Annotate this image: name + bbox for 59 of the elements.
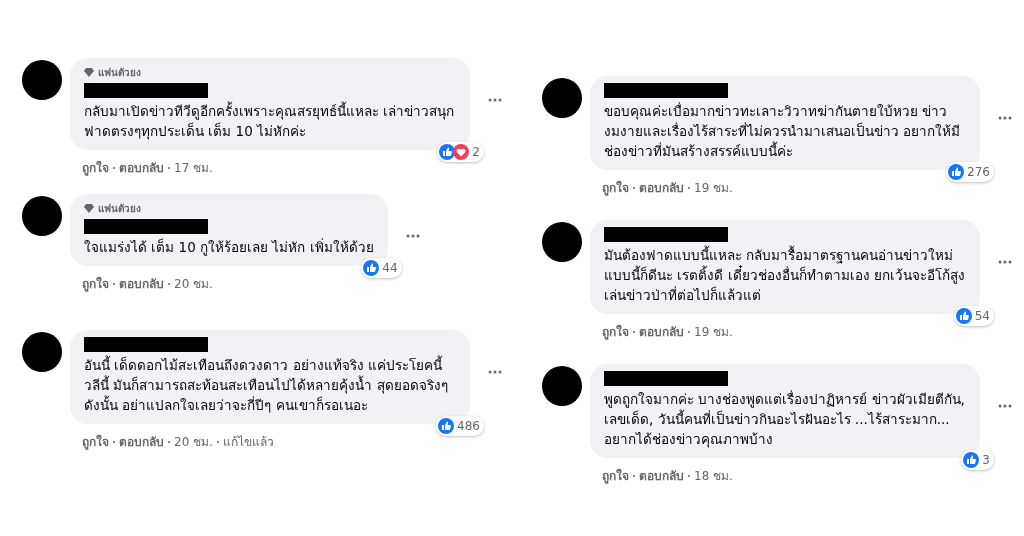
comment-text: กลับมาเปิดข่าวทีวีดูอีกครั้งเพราะคุณสรยุทธ์นี้แหละ เล่าข่าวสนุก ฟาดตรงๆทุกประเด็น เต็ม 10 ไม่หักค่ะ — [84, 101, 456, 141]
action-link[interactable]: ตอบกลับ — [119, 432, 164, 451]
fan-label: แฟนตัวยง — [98, 202, 141, 216]
reaction-count: 276 — [967, 165, 990, 179]
more-icon[interactable] — [488, 370, 502, 374]
reaction-pill[interactable]: 54 — [953, 306, 994, 326]
comment-time: 19 ชม. — [694, 180, 733, 197]
reaction-pill[interactable]: 3 — [961, 450, 994, 470]
comment-time: 19 ชม. — [694, 324, 733, 341]
reaction-pill[interactable]: 2 — [437, 142, 484, 162]
avatar — [542, 78, 582, 118]
comment-time: 20 ชม. — [174, 276, 213, 293]
action-link[interactable]: ถูกใจ — [602, 466, 629, 485]
action-link[interactable]: ถูกใจ — [82, 432, 109, 451]
action-link[interactable]: ถูกใจ — [602, 322, 629, 341]
comment-time: แก้ไขแล้ว — [222, 434, 274, 451]
reaction-count: 44 — [382, 261, 398, 275]
more-icon[interactable] — [405, 234, 420, 238]
like-icon — [439, 144, 456, 160]
fan-label: แฟนตัวยง — [98, 66, 141, 80]
action-link[interactable]: ตอบกลับ — [639, 322, 684, 341]
action-link[interactable]: ถูกใจ — [82, 274, 109, 293]
comment-text: อันนี้ เด็ดดอกไม้สะเทือนถึงดวงดาว อย่างแท้จริง แค่ประโยคนี้วลีนี้ มันก็สามารถสะท้อนสะเทือนไปได้หลายคุ้งน้ำ สุดยอดจริงๆ ดังนั้น อย่าแปลกใจเลยว่าจะกี่ปีๆ คนเขาก็รอเนอะ — [84, 355, 449, 415]
comment-time: 18 ชม. — [694, 468, 733, 485]
like-icon — [963, 452, 980, 468]
action-link[interactable]: ถูกใจ — [82, 158, 109, 177]
comment-text: มันต้องฟาดแบบนี้แหละ กลับมารื้อมาตรฐานคนอ่านข่าวใหม่ แบบนี้ก็ดีนะ เรตติ้งดี เดี๋ยวช่องอื่นก็ทำตามเอง ยกเว้นจะอีโก้สูงเล่นข่าวป่าที่ต่อไปก็แล้วแต่ — [604, 245, 966, 305]
reaction-pill[interactable]: 44 — [361, 258, 402, 278]
reaction-count: 3 — [982, 453, 990, 467]
action-link[interactable]: ตอบกลับ — [119, 158, 164, 177]
reaction-count: 54 — [974, 309, 990, 323]
action-link[interactable]: ตอบกลับ — [639, 466, 684, 485]
diamond-icon — [84, 68, 94, 77]
comment-time: 20 ชม. — [174, 434, 213, 451]
avatar — [22, 60, 62, 100]
comment-time: 17 ชม. — [174, 160, 213, 177]
reaction-pill[interactable]: 486 — [436, 416, 484, 436]
diamond-icon — [84, 204, 94, 213]
avatar — [22, 196, 62, 236]
comment-text: ขอบคุณค่ะเบื่อมากข่าวทะเลาะวิวาทฆ่ากันตายใบ้หวย ข่าวงมงายและเรื่องไร้สาระที่ไม่ควรนำมาเสนอเป็นข่าว อยากให้มีช่องข่าวที่มันสร้างสรรค์แบบนี้ค่ะ — [604, 101, 962, 161]
more-icon[interactable] — [998, 260, 1012, 264]
avatar — [22, 332, 62, 372]
like-icon — [948, 164, 965, 180]
action-link[interactable]: ถูกใจ — [602, 178, 629, 197]
action-link[interactable]: ตอบกลับ — [119, 274, 164, 293]
more-icon[interactable] — [488, 98, 502, 102]
reaction-count: 486 — [457, 419, 480, 433]
more-icon[interactable] — [998, 404, 1012, 408]
comment-text: ใจแมร่งได้ เต็ม 10 กูให้ร้อยเลย ไม่หัก เพิ่มให้ด้วย — [84, 237, 374, 257]
avatar — [542, 222, 582, 262]
reaction-count: 2 — [472, 145, 480, 159]
like-icon — [438, 418, 455, 434]
avatar — [542, 366, 582, 406]
comment-text: พูดถูกใจมากค่ะ บางช่องพูดแต่เรื่องปาฏิหารย์ ข่าวผัวเมียตีกัน, เลขเด็ด, วันนี้คนที่เป็นข่าวกินอะไรฝันอะไร ...ไร้สาระมาก... อยากได้ช่องข่าวคุณภาพบ้าง — [604, 389, 966, 449]
like-icon — [363, 260, 380, 276]
action-link[interactable]: ตอบกลับ — [639, 178, 684, 197]
reaction-pill[interactable]: 276 — [946, 162, 994, 182]
like-icon — [955, 308, 972, 324]
more-icon[interactable] — [998, 116, 1012, 120]
